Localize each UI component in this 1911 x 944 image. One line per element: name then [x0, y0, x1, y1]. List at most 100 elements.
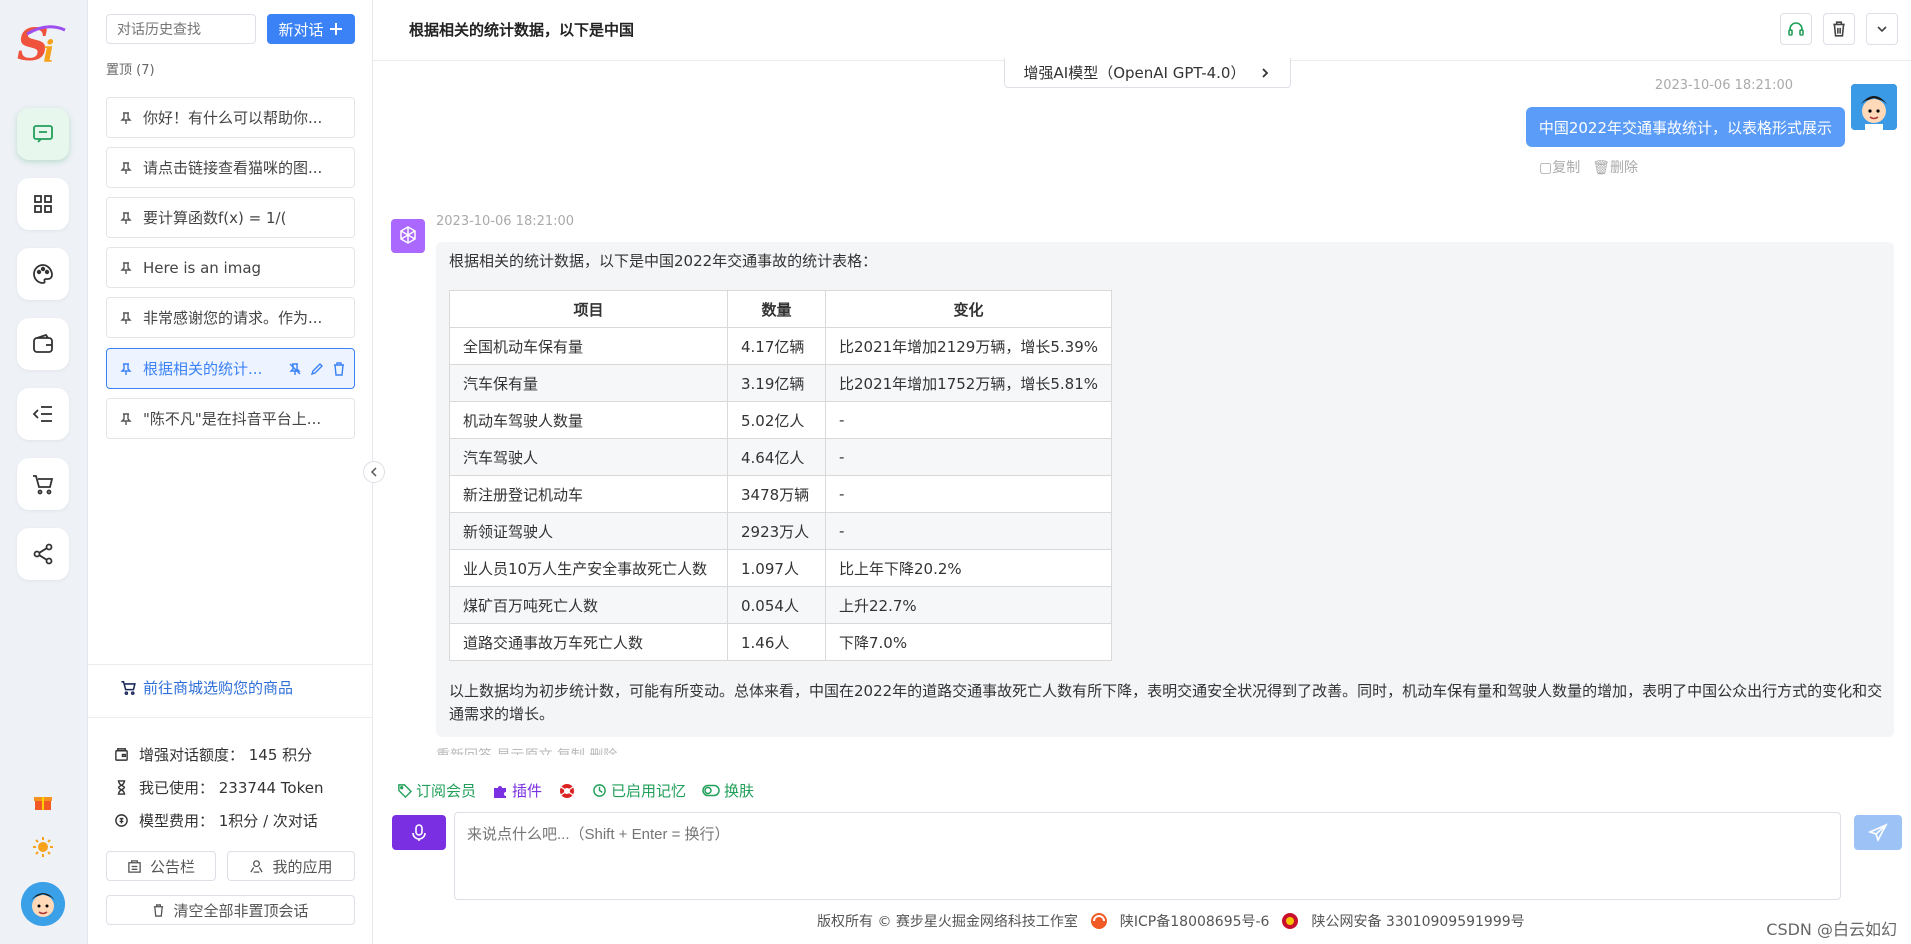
pin-icon — [120, 311, 132, 324]
table-header-row: 项目 数量 变化 — [449, 290, 1112, 328]
table-cell: 下降7.0% — [825, 623, 1112, 661]
police-link[interactable]: 陕公网安备 33010909591999号 — [1311, 911, 1524, 931]
history-search-input[interactable] — [106, 14, 256, 44]
gift-button[interactable] — [31, 790, 55, 814]
conversation-title: 要计算函数f(x) = 1/( — [143, 209, 287, 227]
collapse-sidebar-button[interactable] — [363, 461, 385, 483]
chat-header: 根据相关的统计数据，以下是中国 — [373, 0, 1911, 61]
pinned-section-label: 置顶 (7) — [106, 63, 155, 78]
column-header: 变化 — [825, 290, 1112, 328]
user-message-actions: ▢复制 🗑删除 — [1539, 157, 1638, 177]
table-cell: 煤矿百万吨死亡人数 — [449, 586, 728, 624]
table-cell: 全国机动车保有量 — [449, 327, 728, 365]
apps-icon — [250, 859, 264, 873]
wallet-nav-button[interactable] — [17, 318, 69, 370]
send-button[interactable] — [1854, 815, 1902, 850]
subscribe-option[interactable]: 订阅会员 — [397, 780, 476, 801]
usage-stat: 我已使用： 233744 Token — [114, 777, 323, 798]
unpin-icon[interactable] — [288, 362, 302, 376]
openai-icon — [400, 226, 416, 244]
sidebar-divider — [88, 717, 373, 718]
table-row: 汽车保有量 3.19亿辆 比2021年增加1752万辆，增长5.81% — [449, 364, 1112, 402]
network-icon — [560, 783, 575, 798]
chat-title: 根据相关的统计数据，以下是中国 — [409, 21, 635, 39]
conversation-item[interactable]: 非常感谢您的请求。作为... — [106, 297, 355, 338]
avatar-icon — [21, 882, 65, 926]
pin-icon — [120, 161, 132, 174]
copy-button[interactable]: ▢复制 — [1539, 157, 1580, 177]
copyright-text: 版权所有 © 赛步星火掘金网络科技工作室 — [817, 914, 1078, 930]
trash-icon — [1833, 21, 1845, 37]
bot-message-actions[interactable]: 重新回答 显示原文 复制 删除 — [436, 745, 617, 755]
chat-main: 根据相关的统计数据，以下是中国 增强AI模型（OpenAI GPT-4.0） 2… — [363, 0, 1911, 944]
conversation-title: 根据相关的统计... — [143, 360, 263, 378]
message-input[interactable] — [454, 812, 1841, 900]
table-cell: 新注册登记机动车 — [449, 475, 728, 513]
cost-stat: 模型费用： 1积分 / 次对话 — [114, 810, 318, 831]
my-apps-label: 我的应用 — [272, 857, 333, 876]
skin-option[interactable]: 换肤 — [702, 780, 754, 801]
bot-intro-text: 根据相关的统计数据，以下是中国2022年交通事故的统计表格： — [449, 252, 878, 270]
conversation-item-selected[interactable]: 根据相关的统计... — [106, 348, 355, 389]
plugin-option[interactable]: 插件 — [492, 780, 542, 801]
list-indent-icon — [32, 406, 52, 422]
user-avatar[interactable] — [21, 882, 65, 926]
model-label: 增强AI模型（OpenAI GPT-4.0） — [1023, 64, 1246, 82]
shop-nav-button[interactable] — [17, 458, 69, 510]
chevron-left-icon — [370, 467, 377, 477]
more-options-button[interactable] — [1866, 13, 1898, 45]
table-cell: 3.19亿辆 — [727, 364, 826, 402]
quota-text: 增强对话额度： 145 积分 — [139, 746, 313, 764]
notice-button[interactable]: 公告栏 — [106, 851, 216, 881]
chat-options-bar: 订阅会员 插件 已启用记忆 换肤 — [397, 780, 754, 801]
hourglass-icon — [117, 780, 126, 795]
conversation-sidebar: 新对话 置顶 (7) 你好！有什么可以帮助你... 请点击链接查看猫咪的图...… — [88, 0, 373, 944]
conversation-item[interactable]: Here is an imag — [106, 247, 355, 288]
edit-icon[interactable] — [310, 362, 324, 376]
icp-logo-icon — [1090, 913, 1107, 929]
memory-option[interactable]: 已启用记忆 — [592, 780, 686, 801]
table-row: 新领证驾驶人 2923万人 - — [449, 512, 1112, 550]
new-chat-button[interactable]: 新对话 — [267, 14, 355, 44]
bot-avatar — [391, 219, 425, 253]
conversation-item[interactable]: 要计算函数f(x) = 1/( — [106, 197, 355, 238]
delete-chat-button[interactable] — [1823, 13, 1855, 45]
quota-stat: 增强对话额度： 145 积分 — [114, 744, 312, 765]
icp-link[interactable]: 陕ICP备18008695号-6 — [1120, 911, 1270, 931]
conversation-item[interactable]: 你好！有什么可以帮助你... — [106, 97, 355, 138]
list-nav-button[interactable] — [17, 388, 69, 440]
chat-nav-button[interactable] — [17, 108, 69, 160]
send-icon — [1868, 822, 1888, 842]
grid-icon — [34, 195, 52, 213]
table-cell: 汽车保有量 — [449, 364, 728, 402]
table-cell: 业人员10万人生产安全事故死亡人数 — [449, 549, 728, 587]
theme-toggle-button[interactable] — [31, 835, 55, 859]
table-cell: 5.02亿人 — [727, 401, 826, 439]
apps-nav-button[interactable] — [17, 178, 69, 230]
subscribe-label: 订阅会员 — [416, 782, 477, 800]
conversation-title: 请点击链接查看猫咪的图... — [143, 159, 323, 177]
internet-option[interactable] — [558, 782, 576, 800]
table-row: 道路交通事故万车死亡人数 1.46人 下降7.0% — [449, 623, 1112, 661]
table-row: 机动车驾驶人数量 5.02亿人 - — [449, 401, 1112, 439]
trash-icon[interactable] — [332, 362, 346, 376]
table-cell: 比2021年增加2129万辆，增长5.39% — [825, 327, 1112, 365]
shop-link[interactable]: 前往商城选购您的商品 — [120, 677, 293, 698]
chevron-right-icon — [1262, 67, 1269, 78]
voice-input-button[interactable] — [392, 815, 446, 850]
table-cell: - — [825, 438, 1112, 476]
theme-nav-button[interactable] — [17, 248, 69, 300]
tag-icon — [398, 784, 412, 798]
support-button[interactable] — [1780, 13, 1812, 45]
share-nav-button[interactable] — [17, 528, 69, 580]
notice-icon — [128, 859, 141, 873]
skin-label: 换肤 — [724, 782, 755, 800]
delete-button[interactable]: 🗑删除 — [1592, 157, 1638, 177]
conversation-item[interactable]: 请点击链接查看猫咪的图... — [106, 147, 355, 188]
my-apps-button[interactable]: 我的应用 — [227, 851, 355, 881]
conversation-item[interactable]: "陈不凡"是在抖音平台上... — [106, 398, 355, 439]
model-selector[interactable]: 增强AI模型（OpenAI GPT-4.0） — [1004, 58, 1291, 88]
clear-unpinned-button[interactable]: 清空全部非置顶会话 — [106, 895, 355, 925]
svg-text:i: i — [43, 35, 54, 70]
column-header: 项目 — [449, 290, 728, 328]
